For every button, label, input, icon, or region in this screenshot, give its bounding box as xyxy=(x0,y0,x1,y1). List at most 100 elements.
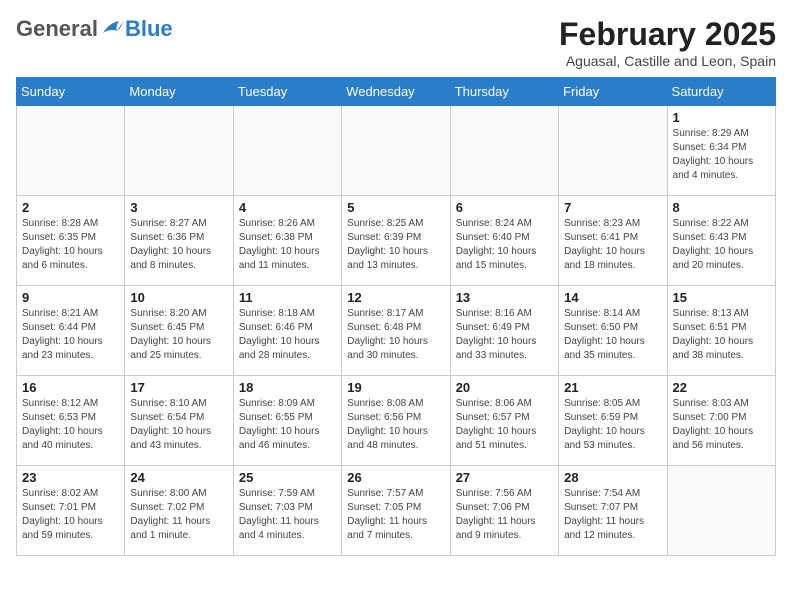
day-number: 3 xyxy=(130,200,227,215)
calendar-cell: 9 Sunrise: 8:21 AM Sunset: 6:44 PM Daylig… xyxy=(17,286,125,376)
day-info: Sunrise: 7:54 AM Sunset: 7:07 PM Dayligh… xyxy=(564,487,661,543)
calendar-cell: 24 Sunrise: 8:00 AM Sunset: 7:02 PM Dayli… xyxy=(125,466,233,556)
day-info: Sunrise: 7:59 AM Sunset: 7:03 PM Dayligh… xyxy=(239,487,336,543)
calendar-week-row: 9 Sunrise: 8:21 AM Sunset: 6:44 PM Daylig… xyxy=(17,286,776,376)
day-info: Sunrise: 8:16 AM Sunset: 6:49 PM Dayligh… xyxy=(456,307,553,363)
calendar-cell: 26 Sunrise: 7:57 AM Sunset: 7:05 PM Dayli… xyxy=(342,466,450,556)
day-info: Sunrise: 8:18 AM Sunset: 6:46 PM Dayligh… xyxy=(239,307,336,363)
calendar-cell xyxy=(342,106,450,196)
day-number: 1 xyxy=(673,110,770,125)
calendar-cell: 10 Sunrise: 8:20 AM Sunset: 6:45 PM Dayli… xyxy=(125,286,233,376)
location-subtitle: Aguasal, Castille and Leon, Spain xyxy=(559,53,776,69)
calendar-cell: 16 Sunrise: 8:12 AM Sunset: 6:53 PM Dayli… xyxy=(17,376,125,466)
calendar-cell: 3 Sunrise: 8:27 AM Sunset: 6:36 PM Daylig… xyxy=(125,196,233,286)
day-info: Sunrise: 8:12 AM Sunset: 6:53 PM Dayligh… xyxy=(22,397,119,453)
day-number: 17 xyxy=(130,380,227,395)
day-info: Sunrise: 8:17 AM Sunset: 6:48 PM Dayligh… xyxy=(347,307,444,363)
calendar-week-row: 23 Sunrise: 8:02 AM Sunset: 7:01 PM Dayli… xyxy=(17,466,776,556)
day-info: Sunrise: 8:27 AM Sunset: 6:36 PM Dayligh… xyxy=(130,217,227,273)
calendar-table: SundayMondayTuesdayWednesdayThursdayFrid… xyxy=(16,77,776,556)
calendar-cell: 27 Sunrise: 7:56 AM Sunset: 7:06 PM Dayli… xyxy=(450,466,558,556)
day-number: 10 xyxy=(130,290,227,305)
calendar-cell xyxy=(559,106,667,196)
day-number: 6 xyxy=(456,200,553,215)
calendar-cell xyxy=(17,106,125,196)
calendar-cell: 5Sunrise: 8:25 AM Sunset: 6:39 PM Daylig… xyxy=(342,196,450,286)
calendar-cell: 28Sunrise: 7:54 AM Sunset: 7:07 PM Dayli… xyxy=(559,466,667,556)
calendar-cell: 13Sunrise: 8:16 AM Sunset: 6:49 PM Dayli… xyxy=(450,286,558,376)
calendar-cell: 8 Sunrise: 8:22 AM Sunset: 6:43 PM Daylig… xyxy=(667,196,775,286)
calendar-cell: 2 Sunrise: 8:28 AM Sunset: 6:35 PM Daylig… xyxy=(17,196,125,286)
calendar-cell: 20 Sunrise: 8:06 AM Sunset: 6:57 PM Dayli… xyxy=(450,376,558,466)
day-info: Sunrise: 8:10 AM Sunset: 6:54 PM Dayligh… xyxy=(130,397,227,453)
calendar-cell: 17 Sunrise: 8:10 AM Sunset: 6:54 PM Dayli… xyxy=(125,376,233,466)
calendar-cell: 25 Sunrise: 7:59 AM Sunset: 7:03 PM Dayli… xyxy=(233,466,341,556)
day-info: Sunrise: 8:13 AM Sunset: 6:51 PM Dayligh… xyxy=(673,307,770,363)
calendar-cell: 7Sunrise: 8:23 AM Sunset: 6:41 PM Daylig… xyxy=(559,196,667,286)
logo-blue: Blue xyxy=(125,16,173,42)
calendar-week-row: 16 Sunrise: 8:12 AM Sunset: 6:53 PM Dayli… xyxy=(17,376,776,466)
day-info: Sunrise: 8:25 AM Sunset: 6:39 PM Dayligh… xyxy=(347,217,444,273)
weekday-header: Monday xyxy=(125,78,233,106)
day-info: Sunrise: 8:20 AM Sunset: 6:45 PM Dayligh… xyxy=(130,307,227,363)
day-info: Sunrise: 8:14 AM Sunset: 6:50 PM Dayligh… xyxy=(564,307,661,363)
calendar-cell: 18 Sunrise: 8:09 AM Sunset: 6:55 PM Dayli… xyxy=(233,376,341,466)
day-info: Sunrise: 8:09 AM Sunset: 6:55 PM Dayligh… xyxy=(239,397,336,453)
page-header: General Blue February 2025 Aguasal, Cast… xyxy=(16,16,776,69)
day-number: 19 xyxy=(347,380,444,395)
logo: General Blue xyxy=(16,16,173,42)
calendar-cell xyxy=(233,106,341,196)
day-number: 2 xyxy=(22,200,119,215)
weekday-header: Tuesday xyxy=(233,78,341,106)
calendar-cell: 19 Sunrise: 8:08 AM Sunset: 6:56 PM Dayli… xyxy=(342,376,450,466)
day-info: Sunrise: 8:26 AM Sunset: 6:38 PM Dayligh… xyxy=(239,217,336,273)
day-info: Sunrise: 8:00 AM Sunset: 7:02 PM Dayligh… xyxy=(130,487,227,543)
calendar-cell: 22Sunrise: 8:03 AM Sunset: 7:00 PM Dayli… xyxy=(667,376,775,466)
day-info: Sunrise: 8:29 AM Sunset: 6:34 PM Dayligh… xyxy=(673,127,770,183)
day-number: 11 xyxy=(239,290,336,305)
day-number: 25 xyxy=(239,470,336,485)
calendar-cell: 1 Sunrise: 8:29 AM Sunset: 6:34 PM Daylig… xyxy=(667,106,775,196)
day-number: 15 xyxy=(673,290,770,305)
day-number: 8 xyxy=(673,200,770,215)
day-info: Sunrise: 8:21 AM Sunset: 6:44 PM Dayligh… xyxy=(22,307,119,363)
day-info: Sunrise: 7:56 AM Sunset: 7:06 PM Dayligh… xyxy=(456,487,553,543)
calendar-cell: 4 Sunrise: 8:26 AM Sunset: 6:38 PM Daylig… xyxy=(233,196,341,286)
title-block: February 2025 Aguasal, Castille and Leon… xyxy=(559,16,776,69)
calendar-cell: 12 Sunrise: 8:17 AM Sunset: 6:48 PM Dayli… xyxy=(342,286,450,376)
weekday-header: Wednesday xyxy=(342,78,450,106)
logo-general: General xyxy=(16,16,98,42)
day-info: Sunrise: 8:06 AM Sunset: 6:57 PM Dayligh… xyxy=(456,397,553,453)
day-info: Sunrise: 8:02 AM Sunset: 7:01 PM Dayligh… xyxy=(22,487,119,543)
day-info: Sunrise: 8:23 AM Sunset: 6:41 PM Dayligh… xyxy=(564,217,661,273)
day-number: 9 xyxy=(22,290,119,305)
weekday-header: Sunday xyxy=(17,78,125,106)
day-info: Sunrise: 8:03 AM Sunset: 7:00 PM Dayligh… xyxy=(673,397,770,453)
day-info: Sunrise: 8:22 AM Sunset: 6:43 PM Dayligh… xyxy=(673,217,770,273)
day-number: 24 xyxy=(130,470,227,485)
calendar-cell: 14Sunrise: 8:14 AM Sunset: 6:50 PM Dayli… xyxy=(559,286,667,376)
day-info: Sunrise: 8:08 AM Sunset: 6:56 PM Dayligh… xyxy=(347,397,444,453)
calendar-cell: 21Sunrise: 8:05 AM Sunset: 6:59 PM Dayli… xyxy=(559,376,667,466)
day-number: 18 xyxy=(239,380,336,395)
calendar-header-row: SundayMondayTuesdayWednesdayThursdayFrid… xyxy=(17,78,776,106)
calendar-cell xyxy=(450,106,558,196)
calendar-cell: 6 Sunrise: 8:24 AM Sunset: 6:40 PM Daylig… xyxy=(450,196,558,286)
calendar-cell xyxy=(125,106,233,196)
month-title: February 2025 xyxy=(559,16,776,53)
day-number: 26 xyxy=(347,470,444,485)
day-info: Sunrise: 7:57 AM Sunset: 7:05 PM Dayligh… xyxy=(347,487,444,543)
day-number: 23 xyxy=(22,470,119,485)
day-number: 27 xyxy=(456,470,553,485)
calendar-week-row: 2 Sunrise: 8:28 AM Sunset: 6:35 PM Daylig… xyxy=(17,196,776,286)
calendar-cell: 23 Sunrise: 8:02 AM Sunset: 7:01 PM Dayli… xyxy=(17,466,125,556)
day-number: 4 xyxy=(239,200,336,215)
day-number: 21 xyxy=(564,380,661,395)
calendar-cell xyxy=(667,466,775,556)
day-info: Sunrise: 8:24 AM Sunset: 6:40 PM Dayligh… xyxy=(456,217,553,273)
calendar-cell: 15 Sunrise: 8:13 AM Sunset: 6:51 PM Dayli… xyxy=(667,286,775,376)
day-number: 12 xyxy=(347,290,444,305)
day-info: Sunrise: 8:28 AM Sunset: 6:35 PM Dayligh… xyxy=(22,217,119,273)
day-number: 20 xyxy=(456,380,553,395)
day-number: 16 xyxy=(22,380,119,395)
